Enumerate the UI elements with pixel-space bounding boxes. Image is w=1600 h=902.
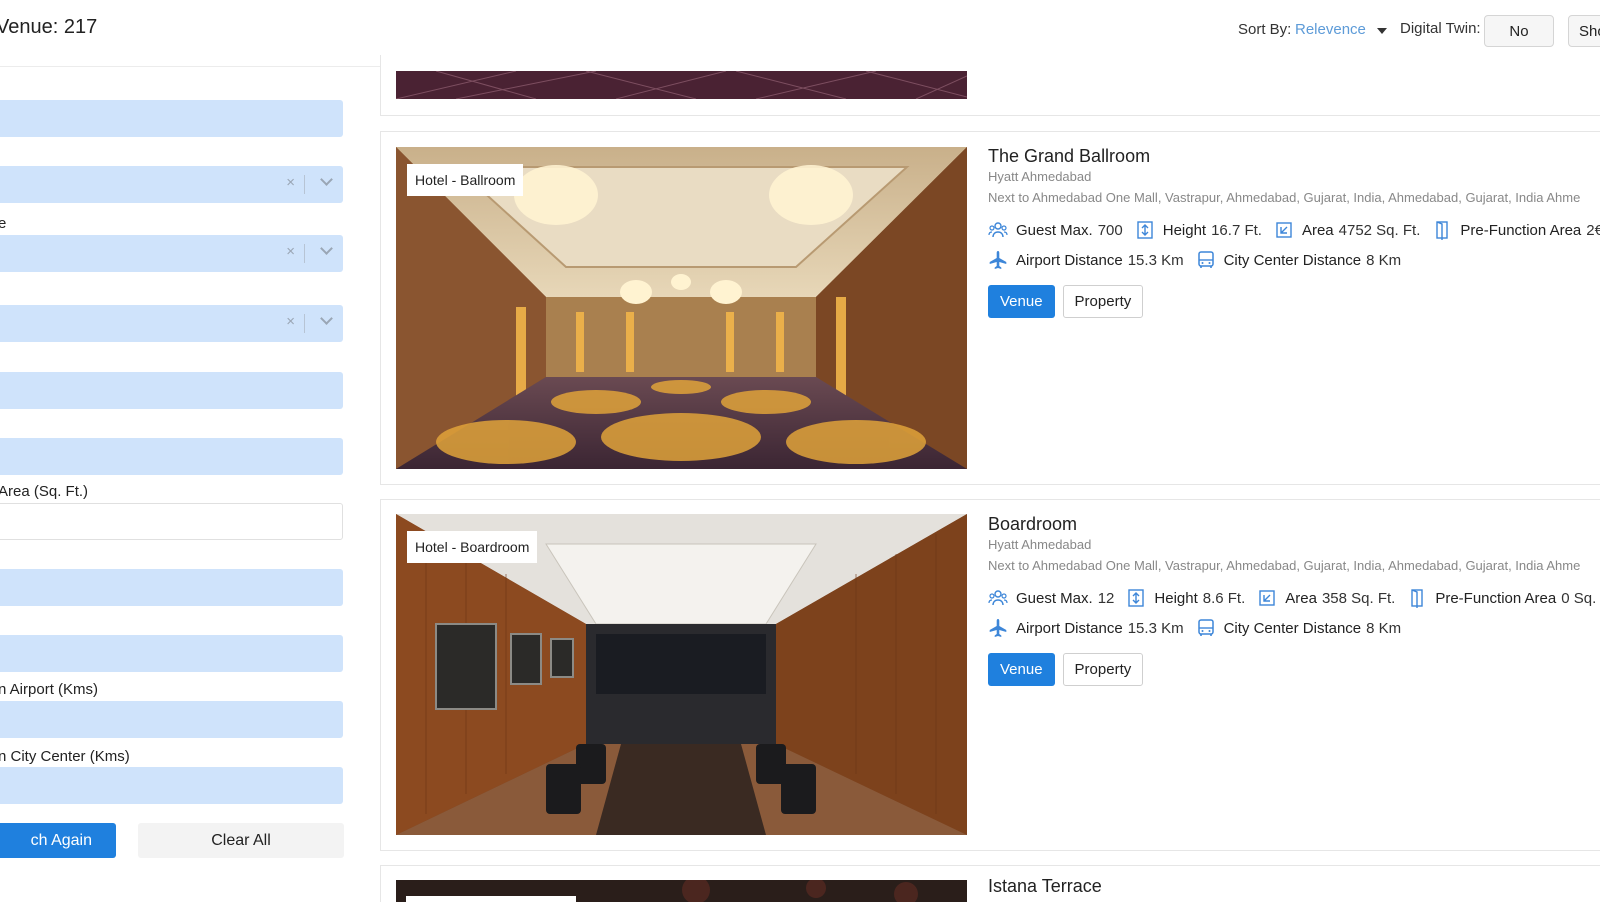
filter-field-4[interactable] [0, 569, 343, 606]
city-center-distance-stat: City Center Distance 8 Km [1196, 618, 1401, 638]
chevron-down-icon[interactable] [320, 173, 333, 186]
venue-count: Venue: 217 [0, 16, 98, 38]
venue-info: Istana Terrace [988, 876, 1600, 897]
area-square-icon [1276, 222, 1292, 238]
venue-title[interactable]: The Grand Ballroom [988, 146, 1600, 167]
chevron-down-icon[interactable] [320, 242, 333, 255]
height-stat: Height 8.6 Ft. [1126, 588, 1245, 608]
venue-photo[interactable]: Hotel - Ballroom [396, 147, 967, 469]
digital-twin-toggle[interactable]: No [1484, 15, 1554, 47]
sort-by-label: Sort By: [1238, 21, 1292, 38]
caret-down-icon[interactable] [1377, 28, 1387, 34]
airplane-icon [989, 251, 1007, 269]
filter-label-city-center-distance: n City Center (Kms) [0, 748, 130, 765]
people-group-icon [988, 590, 1008, 606]
chevron-down-icon[interactable] [320, 312, 333, 325]
venue-card-partial-top[interactable] [380, 55, 1600, 116]
city-center-distance-input[interactable] [0, 767, 343, 804]
filter-field-2[interactable] [0, 372, 343, 409]
divider [304, 244, 305, 263]
clear-all-button[interactable]: Clear All [138, 823, 344, 858]
bus-icon [1197, 251, 1214, 268]
venue-button[interactable]: Venue [988, 285, 1055, 318]
door-icon [1411, 589, 1424, 608]
area-stat: Area 358 Sq. Ft. [1257, 588, 1395, 608]
venue-stats-row: Guest Max. 12 Height 8.6 Ft. Area 358 Sq. F… [988, 587, 1600, 609]
venue-photo[interactable] [396, 71, 967, 99]
filter-select-1[interactable]: × [0, 166, 343, 203]
property-button[interactable]: Property [1062, 285, 1144, 318]
venue-info: Boardroom Hyatt Ahmedabad Next to Ahmeda… [988, 514, 1600, 686]
height-stat: Height 16.7 Ft. [1135, 220, 1262, 240]
prefunction-area-stat: Pre-Function Area 0 Sq. [1407, 588, 1596, 608]
venue-address: Next to Ahmedabad One Mall, Vastrapur, A… [988, 190, 1581, 205]
venue-distance-row: Airport Distance 15.3 Km City Center Dist… [988, 617, 1600, 639]
venue-type-tag: Hotel - Ballroom [407, 164, 524, 196]
area-stat: Area 4752 Sq. Ft. [1274, 220, 1420, 240]
venue-title[interactable]: Istana Terrace [988, 876, 1600, 897]
height-arrows-icon [1128, 589, 1145, 607]
guest-max-stat: Guest Max. 700 [988, 220, 1123, 240]
venue-info: The Grand Ballroom Hyatt Ahmedabad Next … [988, 146, 1600, 318]
clear-icon[interactable]: × [286, 174, 295, 191]
prefunction-area-input[interactable] [0, 503, 343, 540]
filter-label-venue-type: e [0, 215, 7, 232]
clear-icon[interactable]: × [286, 313, 295, 330]
bus-icon [1197, 619, 1214, 636]
venue-address: Next to Ahmedabad One Mall, Vastrapur, A… [988, 558, 1581, 573]
airport-distance-input[interactable] [0, 701, 343, 738]
divider [304, 314, 305, 333]
clear-icon[interactable]: × [286, 243, 295, 260]
search-again-button[interactable]: ch Again [0, 823, 116, 858]
card-actions: Venue Property [988, 285, 1600, 318]
people-group-icon [988, 222, 1008, 238]
filter-field-3[interactable] [0, 438, 343, 475]
filter-sidebar: × e × × Area (Sq. Ft.) n Airport (Kms) n… [0, 67, 360, 902]
property-button[interactable]: Property [1062, 653, 1144, 686]
filter-select-2[interactable]: × [0, 235, 343, 272]
venue-card[interactable]: Hotel - Ballroom The Grand Ballroom Hyat… [380, 131, 1600, 485]
venue-card[interactable]: Hotel - Boardroom Boardroom Hyatt Ahmeda… [380, 499, 1600, 851]
venue-card[interactable]: Istana Terrace [380, 865, 1600, 902]
divider [304, 175, 305, 194]
airplane-icon [989, 619, 1007, 637]
venue-photo[interactable]: Hotel - Boardroom [396, 514, 967, 835]
hotel-name: Hyatt Ahmedabad [988, 169, 1092, 184]
hotel-name: Hyatt Ahmedabad [988, 537, 1092, 552]
filter-field-1[interactable] [0, 100, 343, 137]
area-square-icon [1259, 590, 1275, 606]
filter-field-5[interactable] [0, 635, 343, 672]
filter-label-prefunction-area: Area (Sq. Ft.) [0, 483, 89, 500]
digital-twin-label: Digital Twin: [1400, 20, 1481, 37]
city-center-distance-stat: City Center Distance 8 Km [1196, 250, 1401, 270]
door-icon [1436, 221, 1449, 240]
sort-by-dropdown[interactable]: Relevence [1295, 21, 1366, 38]
venue-button[interactable]: Venue [988, 653, 1055, 686]
height-arrows-icon [1137, 221, 1153, 239]
filter-select-3[interactable]: × [0, 305, 343, 342]
prefunction-area-stat: Pre-Function Area 2€ [1432, 220, 1600, 240]
venue-photo[interactable] [396, 880, 967, 902]
venue-type-tag: Hotel - Boardroom [407, 531, 538, 563]
card-actions: Venue Property [988, 653, 1600, 686]
venue-stats-row: Guest Max. 700 Height 16.7 Ft. Area 4752 Sq… [988, 219, 1600, 241]
show-button[interactable]: Show [1568, 15, 1600, 47]
filter-label-airport-distance: n Airport (Kms) [0, 681, 99, 698]
venue-title[interactable]: Boardroom [988, 514, 1600, 535]
airport-distance-stat: Airport Distance 15.3 Km [988, 250, 1184, 270]
guest-max-stat: Guest Max. 12 [988, 588, 1114, 608]
airport-distance-stat: Airport Distance 15.3 Km [988, 618, 1184, 638]
venue-distance-row: Airport Distance 15.3 Km City Center Dist… [988, 249, 1600, 271]
